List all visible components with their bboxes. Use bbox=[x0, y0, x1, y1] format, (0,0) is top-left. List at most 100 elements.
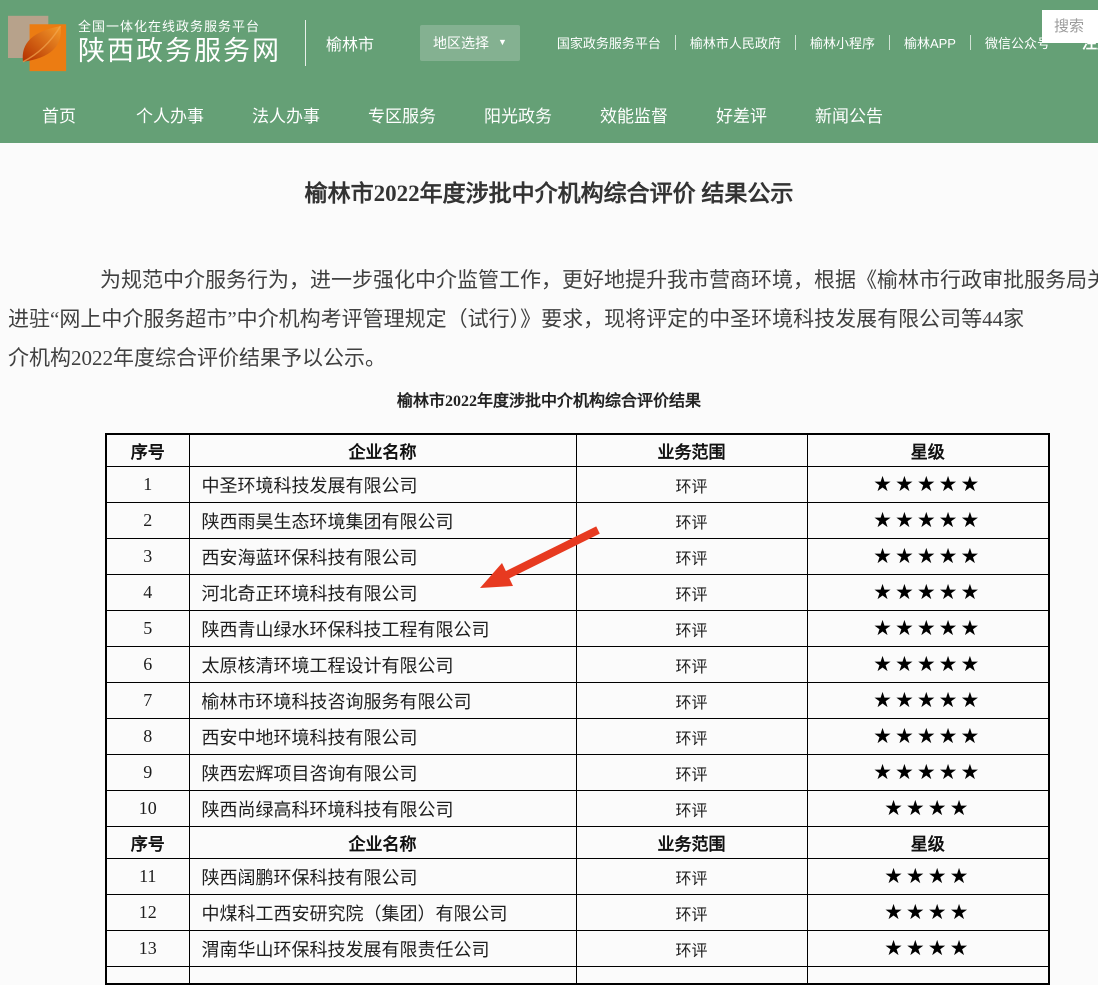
cell-serial-number: 2 bbox=[106, 503, 189, 539]
paragraph-line: 介机构2022年度综合评价结果予以公示。 bbox=[0, 339, 1098, 378]
brand-divider bbox=[305, 20, 306, 66]
link-divider bbox=[889, 35, 890, 50]
cell-empty bbox=[576, 967, 807, 985]
cell-star-rating: ★★★★ bbox=[807, 859, 1049, 895]
cell-business-scope: 环评 bbox=[576, 503, 807, 539]
table-row: 10陕西尚绿高科环境科技有限公司环评★★★★ bbox=[106, 791, 1049, 827]
region-selector-label: 地区选择 bbox=[433, 33, 489, 53]
cell-company-name: 渭南华山环保科技发展有限责任公司 bbox=[189, 931, 576, 967]
column-header: 业务范围 bbox=[576, 827, 807, 859]
link-divider bbox=[795, 35, 796, 50]
nav-item-4[interactable]: 专区服务 bbox=[368, 102, 436, 127]
chevron-down-icon: ▼ bbox=[498, 38, 507, 47]
cell-company-name: 西安海蓝环保科技有限公司 bbox=[189, 539, 576, 575]
cell-star-rating: ★★★★★ bbox=[807, 683, 1049, 719]
cell-company-name: 陕西青山绿水环保科技工程有限公司 bbox=[189, 611, 576, 647]
table-header-row: 序号企业名称业务范围星级 bbox=[106, 827, 1049, 859]
cell-star-rating: ★★★★ bbox=[807, 931, 1049, 967]
cell-company-name: 西安中地环境科技有限公司 bbox=[189, 719, 576, 755]
paragraph-line: 为规范中介服务行为，进一步强化中介监管工作，更好地提升我市营商环境，根据《榆林市… bbox=[0, 261, 1098, 300]
announcement-page: 榆林市2022年度涉批中介机构综合评价 结果公示 为规范中介服务行为，进一步强化… bbox=[0, 143, 1098, 985]
cell-star-rating: ★★★★ bbox=[807, 895, 1049, 931]
cell-star-rating: ★★★★ bbox=[807, 791, 1049, 827]
table-caption: 榆林市2022年度涉批中介机构综合评价结果 bbox=[0, 393, 1098, 411]
cell-empty bbox=[189, 967, 576, 985]
cell-serial-number: 3 bbox=[106, 539, 189, 575]
current-city-label: 榆林市 bbox=[326, 31, 374, 55]
table-row: 11陕西阔鹏环保科技有限公司环评★★★★ bbox=[106, 859, 1049, 895]
cell-serial-number: 13 bbox=[106, 931, 189, 967]
cell-serial-number: 11 bbox=[106, 859, 189, 895]
column-header: 企业名称 bbox=[189, 434, 576, 467]
top-link[interactable]: 榆林市人民政府 bbox=[690, 33, 781, 52]
cell-serial-number: 6 bbox=[106, 647, 189, 683]
cell-business-scope: 环评 bbox=[576, 575, 807, 611]
cell-company-name: 陕西阔鹏环保科技有限公司 bbox=[189, 859, 576, 895]
brand-block: 全国一体化在线政务服务平台 陕西政务服务网 bbox=[78, 20, 281, 65]
column-header: 企业名称 bbox=[189, 827, 576, 859]
cell-star-rating: ★★★★★ bbox=[807, 575, 1049, 611]
top-link[interactable]: 榆林APP bbox=[904, 33, 956, 52]
table-row: 3西安海蓝环保科技有限公司环评★★★★★ bbox=[106, 539, 1049, 575]
cell-company-name: 太原核清环境工程设计有限公司 bbox=[189, 647, 576, 683]
cell-star-rating: ★★★★★ bbox=[807, 647, 1049, 683]
nav-item-5[interactable]: 阳光政务 bbox=[484, 102, 552, 127]
cell-serial-number: 8 bbox=[106, 719, 189, 755]
table-row: 4河北奇正环境科技有限公司环评★★★★★ bbox=[106, 575, 1049, 611]
column-header: 业务范围 bbox=[576, 434, 807, 467]
top-link[interactable]: 国家政务服务平台 bbox=[557, 33, 661, 52]
top-link[interactable]: 榆林小程序 bbox=[810, 33, 875, 52]
cell-company-name: 陕西宏辉项目咨询有限公司 bbox=[189, 755, 576, 791]
cell-star-rating: ★★★★★ bbox=[807, 467, 1049, 503]
nav-item-8[interactable]: 新闻公告 bbox=[815, 102, 883, 127]
cell-serial-number: 5 bbox=[106, 611, 189, 647]
cell-business-scope: 环评 bbox=[576, 683, 807, 719]
cell-company-name: 河北奇正环境科技有限公司 bbox=[189, 575, 576, 611]
cell-star-rating: ★★★★★ bbox=[807, 755, 1049, 791]
table-row: 6太原核清环境工程设计有限公司环评★★★★★ bbox=[106, 647, 1049, 683]
cell-company-name: 陕西雨昊生态环境集团有限公司 bbox=[189, 503, 576, 539]
paragraph-line: 进驻“网上中介服务超市”中介机构考评管理规定（试行）》要求，现将评定的中圣环境科… bbox=[0, 300, 1098, 339]
table-row: 9陕西宏辉项目咨询有限公司环评★★★★★ bbox=[106, 755, 1049, 791]
cell-business-scope: 环评 bbox=[576, 895, 807, 931]
table-row: 2陕西雨昊生态环境集团有限公司环评★★★★★ bbox=[106, 503, 1049, 539]
nav-item-7[interactable]: 好差评 bbox=[716, 102, 767, 127]
cell-business-scope: 环评 bbox=[576, 539, 807, 575]
cell-business-scope: 环评 bbox=[576, 791, 807, 827]
cell-star-rating: ★★★★★ bbox=[807, 503, 1049, 539]
nav-item-1[interactable]: 首页 bbox=[42, 102, 76, 127]
table-row: 5陕西青山绿水环保科技工程有限公司环评★★★★★ bbox=[106, 611, 1049, 647]
cell-business-scope: 环评 bbox=[576, 755, 807, 791]
cell-company-name: 陕西尚绿高科环境科技有限公司 bbox=[189, 791, 576, 827]
cell-serial-number: 10 bbox=[106, 791, 189, 827]
cell-business-scope: 环评 bbox=[576, 647, 807, 683]
page-title: 榆林市2022年度涉批中介机构综合评价 结果公示 bbox=[0, 178, 1098, 210]
table-row: 13渭南华山环保科技发展有限责任公司环评★★★★ bbox=[106, 931, 1049, 967]
cell-business-scope: 环评 bbox=[576, 467, 807, 503]
topbar: 全国一体化在线政务服务平台 陕西政务服务网 榆林市 地区选择 ▼ 国家政务服务平… bbox=[0, 0, 1098, 85]
cell-star-rating: ★★★★★ bbox=[807, 719, 1049, 755]
top-link[interactable]: 微信公众号 bbox=[985, 33, 1050, 52]
nav-item-6[interactable]: 效能监督 bbox=[600, 102, 668, 127]
table-row: 7榆林市环境科技咨询服务有限公司环评★★★★★ bbox=[106, 683, 1049, 719]
table-row: 8西安中地环境科技有限公司环评★★★★★ bbox=[106, 719, 1049, 755]
site-logo-icon[interactable] bbox=[8, 13, 68, 73]
announcement-paragraph: 为规范中介服务行为，进一步强化中介监管工作，更好地提升我市营商环境，根据《榆林市… bbox=[0, 261, 1098, 378]
cell-company-name: 榆林市环境科技咨询服务有限公司 bbox=[189, 683, 576, 719]
link-divider bbox=[970, 35, 971, 50]
nav-item-2[interactable]: 个人办事 bbox=[136, 102, 204, 127]
search-input[interactable] bbox=[1042, 10, 1098, 43]
nav-item-3[interactable]: 法人办事 bbox=[252, 102, 320, 127]
cell-business-scope: 环评 bbox=[576, 719, 807, 755]
cell-company-name: 中圣环境科技发展有限公司 bbox=[189, 467, 576, 503]
table-row: 12中煤科工西安研究院（集团）有限公司环评★★★★ bbox=[106, 895, 1049, 931]
column-header: 星级 bbox=[807, 827, 1049, 859]
region-selector-button[interactable]: 地区选择 ▼ bbox=[420, 25, 520, 61]
cell-serial-number: 7 bbox=[106, 683, 189, 719]
top-links: 国家政务服务平台 榆林市人民政府 榆林小程序 榆林APP 微信公众号 bbox=[557, 33, 1050, 52]
cell-business-scope: 环评 bbox=[576, 859, 807, 895]
cell-serial-number: 9 bbox=[106, 755, 189, 791]
cell-star-rating: ★★★★★ bbox=[807, 539, 1049, 575]
cell-company-name: 中煤科工西安研究院（集团）有限公司 bbox=[189, 895, 576, 931]
cell-empty bbox=[807, 967, 1049, 985]
